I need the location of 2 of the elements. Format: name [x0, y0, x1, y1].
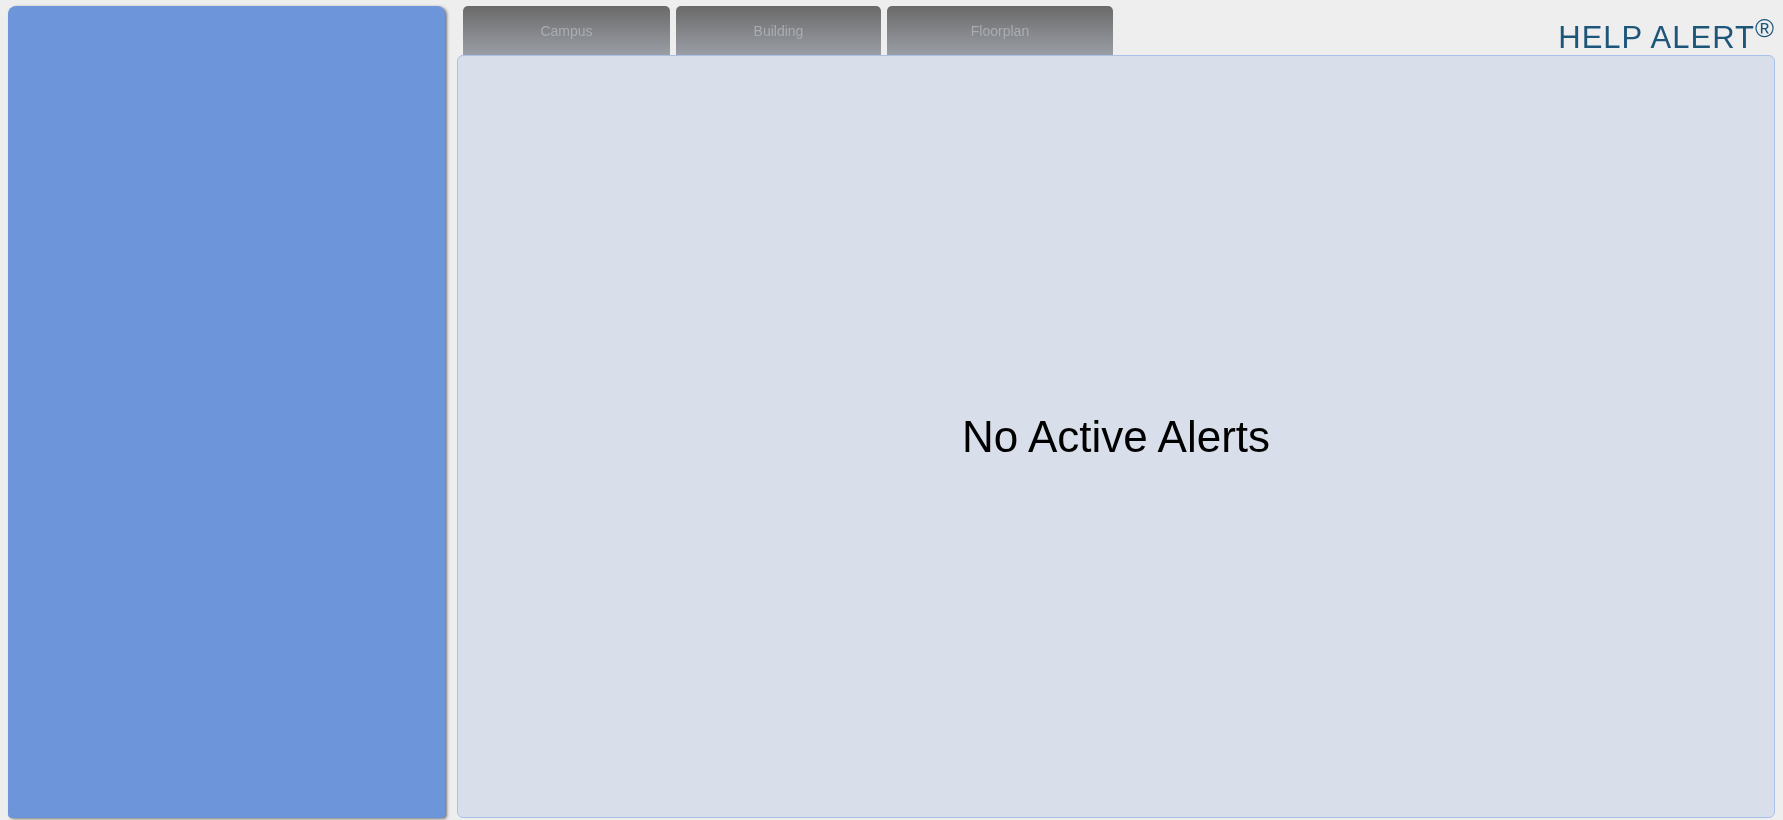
empty-message: No Active Alerts	[961, 411, 1271, 462]
logo: HELP ALERT$^{®}$	[1558, 16, 1775, 54]
